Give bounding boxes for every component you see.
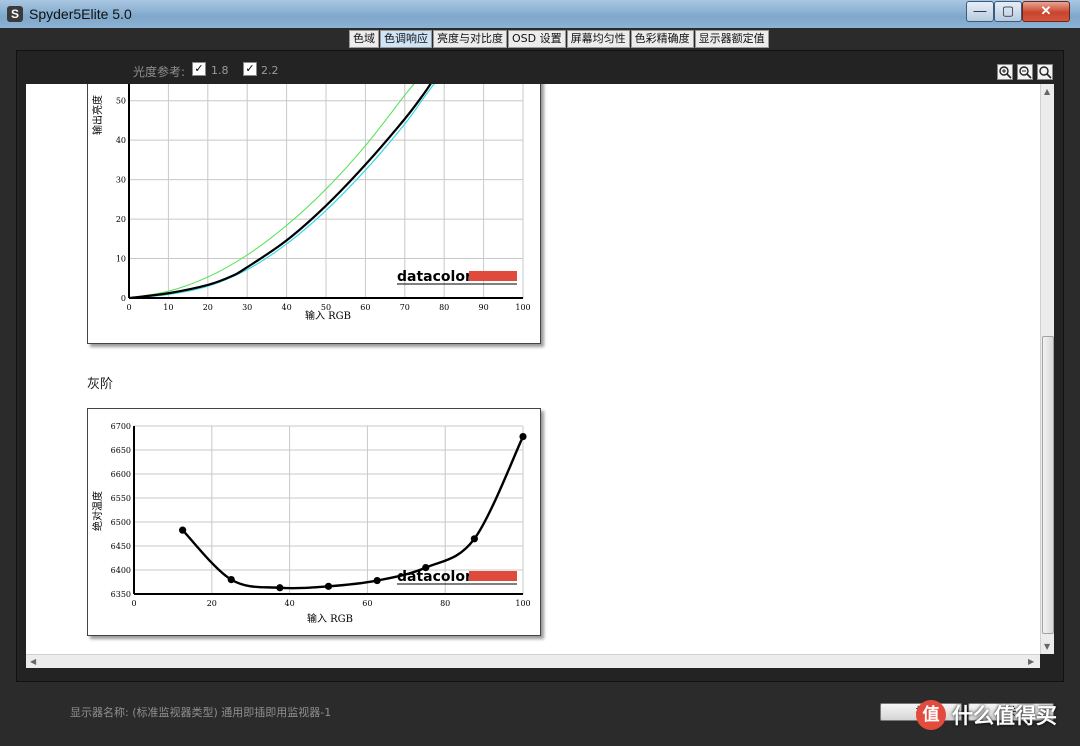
x-axis-label: 输入 RGB bbox=[305, 309, 351, 322]
watermark: 值 什么值得买 bbox=[916, 700, 1057, 730]
y-tick-label: 0 bbox=[121, 294, 126, 303]
x-tick-label: 0 bbox=[131, 599, 136, 608]
grayscale-chart: 0 20 40 60 80 100 6350 6400 6450 6500 6550 6600 665… bbox=[87, 408, 541, 636]
scroll-down-icon[interactable]: ▼ bbox=[1044, 642, 1050, 651]
x-tick-label: 60 bbox=[362, 599, 372, 608]
y-axis-label: 输出亮度 bbox=[91, 95, 104, 135]
x-tick-label: 100 bbox=[515, 599, 530, 608]
data-point bbox=[276, 584, 284, 592]
tab-screen-uniformity[interactable]: 屏幕均匀性 bbox=[566, 30, 630, 48]
data-point bbox=[324, 582, 333, 590]
y-tick-label: 6700 bbox=[111, 422, 131, 431]
horizontal-scrollbar[interactable]: ◀ ▶ bbox=[26, 654, 1040, 668]
y-tick-label: 20 bbox=[116, 215, 126, 224]
x-tick-label: 60 bbox=[360, 303, 370, 312]
x-tick-label: 70 bbox=[400, 303, 410, 312]
data-point bbox=[373, 576, 381, 585]
tab-display-rating[interactable]: 显示器额定值 bbox=[694, 30, 769, 48]
minimize-button[interactable]: — bbox=[966, 1, 994, 22]
y-tick-label: 10 bbox=[116, 255, 126, 264]
zoom-out-icon bbox=[1019, 66, 1032, 79]
y-tick-label: 40 bbox=[116, 136, 126, 145]
x-tick-label: 20 bbox=[207, 599, 217, 608]
y-tick-label: 6650 bbox=[111, 446, 131, 455]
tab-bar: 色域 色调响应 亮度与对比度 OSD 设置 屏幕均匀性 色彩精确度 显示器额定值 bbox=[349, 30, 770, 48]
close-button[interactable]: ✕ bbox=[1022, 1, 1070, 22]
maximize-button[interactable]: ▢ bbox=[994, 1, 1022, 22]
gamma-1-8-label: 1.8 bbox=[211, 64, 229, 77]
x-tick-label: 10 bbox=[163, 303, 173, 312]
gamma-1-8-checkbox[interactable]: ✓ bbox=[192, 62, 206, 76]
series-line-0 bbox=[181, 436, 525, 590]
series-line-0 bbox=[128, 84, 435, 299]
tone-response-plot: 0 10 20 30 40 50 60 70 80 90 100 01020304050 输入 RG… bbox=[91, 84, 531, 322]
x-tick-label: 30 bbox=[242, 303, 252, 312]
y-tick-label: 6500 bbox=[111, 518, 131, 527]
gamma-2-2-checkbox[interactable]: ✓ bbox=[243, 62, 257, 76]
x-tick-label: 100 bbox=[515, 303, 530, 312]
zoom-fit-button[interactable] bbox=[1037, 64, 1053, 80]
svg-text:datacolor: datacolor bbox=[397, 269, 472, 285]
photometric-reference-label: 光度参考: bbox=[133, 65, 186, 79]
zoom-fit-icon bbox=[1039, 66, 1052, 79]
maximize-icon: ▢ bbox=[1001, 3, 1015, 18]
x-tick-label: 90 bbox=[479, 303, 489, 312]
y-tick-label: 6600 bbox=[111, 470, 131, 479]
title-bar: S Spyder5Elite 5.0 — ▢ ✕ bbox=[0, 0, 1080, 28]
tab-tone-response[interactable]: 色调响应 bbox=[380, 30, 432, 48]
y-axis-label: 绝对温度 bbox=[91, 491, 104, 531]
datacolor-logo: datacolor bbox=[397, 269, 517, 285]
data-point bbox=[227, 576, 235, 584]
x-tick-label: 80 bbox=[439, 303, 449, 312]
x-tick-label: 40 bbox=[282, 303, 292, 312]
scroll-right-icon[interactable]: ▶ bbox=[1028, 657, 1034, 666]
grayscale-plot: 0 20 40 60 80 100 6350 6400 6450 6500 6550 6600 665… bbox=[91, 422, 531, 625]
series-line-2 bbox=[128, 84, 432, 300]
scroll-up-icon[interactable]: ▲ bbox=[1044, 87, 1050, 96]
y-tick-label: 6450 bbox=[111, 542, 131, 551]
y-tick-label: 30 bbox=[116, 176, 126, 185]
grayscale-section-title: 灰阶 bbox=[87, 377, 114, 392]
display-name-text: 显示器名称: (标准监视器类型) 通用即插即用监视器-1 bbox=[70, 706, 332, 719]
gamma-2-2-label: 2.2 bbox=[261, 64, 279, 77]
tab-color-accuracy[interactable]: 色彩精确度 bbox=[630, 30, 694, 48]
scroll-left-icon[interactable]: ◀ bbox=[30, 657, 36, 666]
spyder-logo-icon: S bbox=[7, 6, 23, 22]
y-tick-label: 6550 bbox=[111, 494, 131, 503]
y-tick-label: 6400 bbox=[111, 566, 131, 575]
zoom-out-button[interactable] bbox=[1017, 64, 1033, 80]
svg-text:datacolor: datacolor bbox=[397, 569, 472, 585]
x-axis-label: 输入 RGB bbox=[307, 612, 353, 625]
y-tick-label: 6350 bbox=[111, 590, 131, 599]
x-tick-label: 80 bbox=[440, 599, 450, 608]
y-tick-label: 50 bbox=[116, 97, 126, 106]
scrollbar-thumb[interactable] bbox=[1042, 336, 1054, 634]
data-point bbox=[519, 432, 527, 441]
data-point bbox=[470, 535, 478, 543]
zoom-in-button[interactable] bbox=[997, 64, 1013, 80]
series-line-1 bbox=[128, 84, 415, 299]
tab-brightness-contrast[interactable]: 亮度与对比度 bbox=[433, 30, 507, 48]
x-tick-label: 20 bbox=[203, 303, 213, 312]
vertical-scrollbar[interactable]: ▲ ▼ bbox=[1040, 84, 1054, 654]
watermark-text: 什么值得买 bbox=[952, 704, 1057, 728]
zoom-in-icon bbox=[999, 66, 1012, 79]
datacolor-logo: datacolor bbox=[397, 569, 517, 585]
tab-gamut[interactable]: 色域 bbox=[349, 30, 379, 48]
x-tick-label: 0 bbox=[126, 303, 131, 312]
report-content[interactable]: 0 10 20 30 40 50 60 70 80 90 100 0 10 20 30 40 50 输入 RG… bbox=[26, 84, 1040, 654]
x-tick-label: 40 bbox=[285, 599, 295, 608]
watermark-logo-icon: 值 bbox=[916, 700, 946, 730]
data-point bbox=[179, 526, 187, 534]
close-icon: ✕ bbox=[1040, 3, 1052, 18]
window-title: Spyder5Elite 5.0 bbox=[29, 6, 132, 22]
minimize-icon: — bbox=[973, 3, 987, 18]
tone-response-chart: 0 10 20 30 40 50 60 70 80 90 100 0 10 20 30 40 50 输入 RG… bbox=[87, 84, 541, 344]
tab-osd-settings[interactable]: OSD 设置 bbox=[508, 30, 566, 48]
